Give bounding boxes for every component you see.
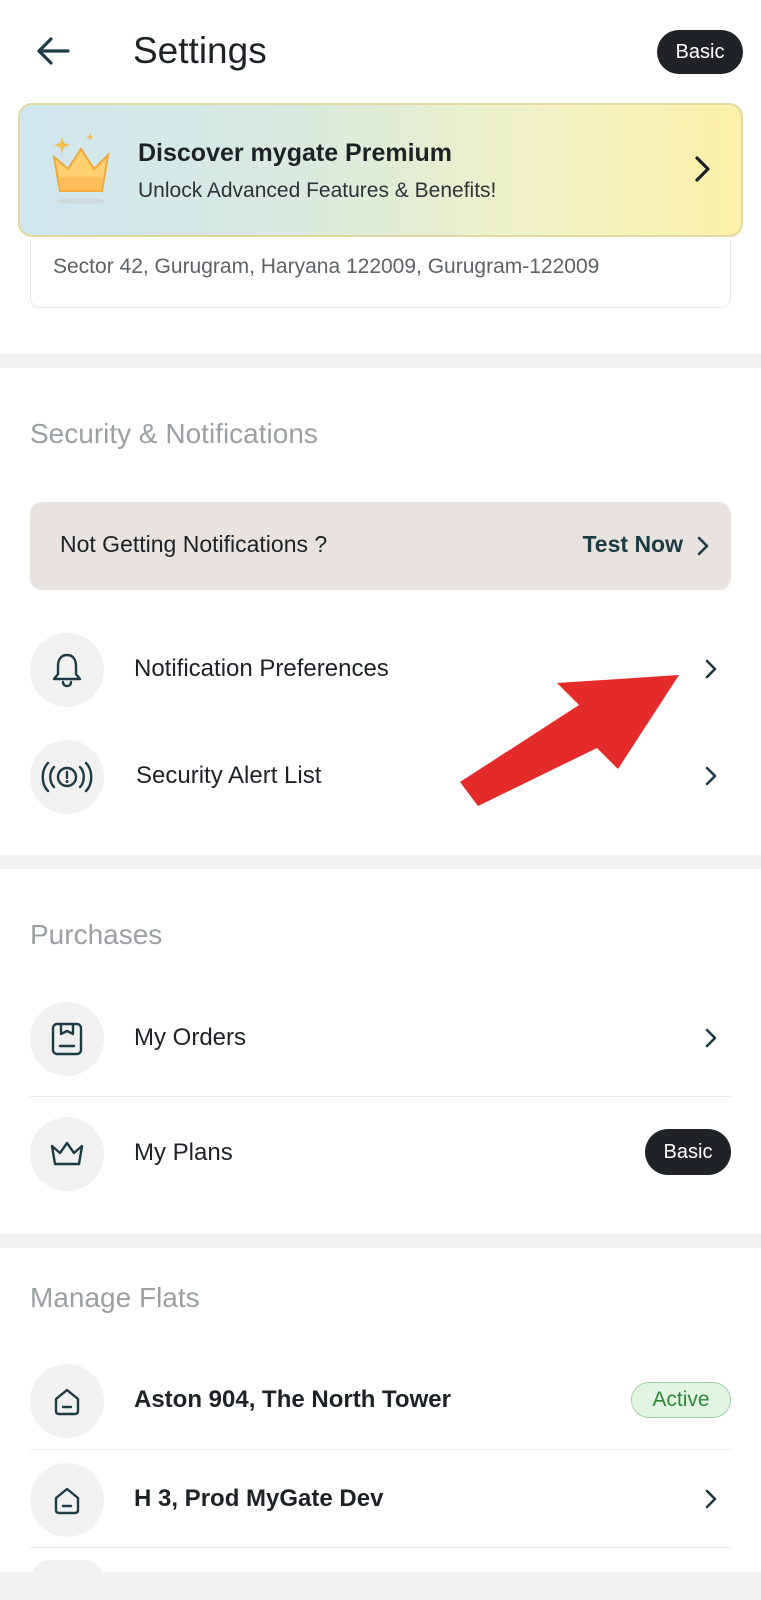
address-text: Sector 42, Gurugram, Haryana 122009, Gur…: [53, 255, 600, 278]
page-title: Settings: [133, 30, 267, 71]
settings-item-my-orders[interactable]: My Orders: [30, 990, 731, 1086]
chevron-right-icon: [705, 766, 717, 786]
orders-icon: [30, 1002, 104, 1076]
section-title-manage-flats: Manage Flats: [30, 1282, 200, 1313]
bottom-bar: [0, 1572, 761, 1600]
settings-item-label: Notification Preferences: [134, 655, 389, 682]
alert-signal-icon: [30, 740, 104, 814]
flat-item[interactable]: H 3, Prod MyGate Dev: [30, 1451, 731, 1547]
flat-name: Aston 904, The North Tower: [134, 1386, 451, 1413]
section-divider: [0, 354, 761, 368]
settings-item-security-alert-list[interactable]: Security Alert List: [30, 728, 731, 824]
section-divider: [0, 1234, 761, 1248]
arrow-left-icon: [37, 37, 70, 65]
test-banner-question: Not Getting Notifications ?: [60, 531, 328, 557]
row-divider: [30, 1547, 731, 1548]
plan-badge: Basic: [645, 1129, 731, 1175]
home-icon: [30, 1463, 104, 1537]
crown-icon: [30, 1117, 104, 1191]
bell-icon: [30, 633, 104, 707]
premium-crown-icon: [52, 133, 110, 204]
flat-item[interactable]: Aston 904, The North Tower Active: [30, 1352, 731, 1448]
top-bar: Settings Basic: [0, 0, 761, 100]
row-divider: [30, 1096, 731, 1097]
row-divider: [30, 1449, 731, 1450]
chevron-right-icon: [688, 151, 718, 187]
section-title-security: Security & Notifications: [30, 418, 318, 449]
flat-name: H 3, Prod MyGate Dev: [134, 1485, 384, 1512]
plan-badge[interactable]: Basic: [657, 30, 743, 74]
premium-banner[interactable]: Discover mygate Premium Unlock Advanced …: [18, 103, 743, 237]
premium-subtitle: Unlock Advanced Features & Benefits!: [138, 179, 497, 202]
premium-title: Discover mygate Premium: [138, 139, 453, 167]
status-badge: Active: [631, 1382, 731, 1418]
back-button[interactable]: [30, 28, 76, 74]
home-icon: [30, 1364, 104, 1438]
settings-item-label: My Orders: [134, 1024, 247, 1051]
chevron-right-icon: [705, 1489, 717, 1509]
test-now-button[interactable]: Test Now: [582, 531, 683, 558]
settings-item-label: Security Alert List: [136, 762, 322, 789]
chevron-right-icon: [705, 1028, 717, 1048]
section-title-purchases: Purchases: [30, 919, 163, 950]
chevron-right-icon: [705, 659, 717, 679]
chevron-right-icon: [697, 536, 709, 556]
settings-item-notification-preferences[interactable]: Notification Preferences: [30, 621, 731, 717]
address-card: Sector 42, Gurugram, Haryana 122009, Gur…: [30, 240, 731, 308]
test-notifications-banner[interactable]: Not Getting Notifications ? Test Now: [30, 502, 731, 590]
section-divider: [0, 855, 761, 869]
settings-item-label: My Plans: [134, 1139, 233, 1166]
settings-item-my-plans[interactable]: My Plans Basic: [30, 1105, 731, 1201]
